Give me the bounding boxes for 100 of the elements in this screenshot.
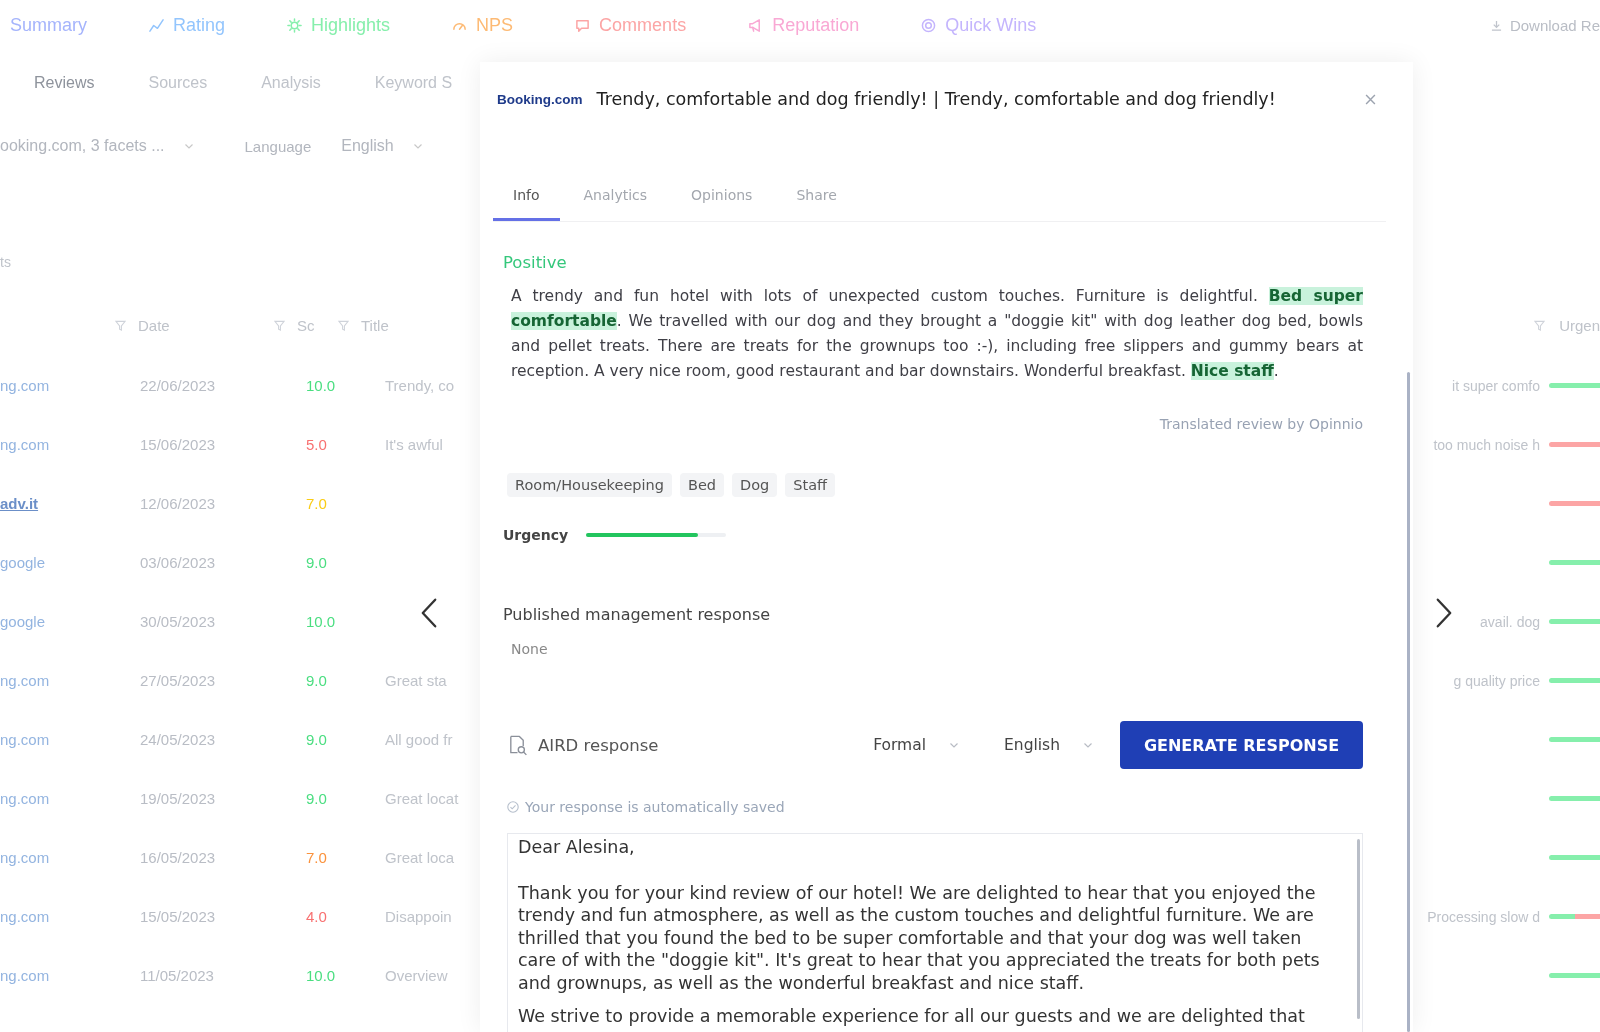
language-dropdown[interactable]: English [341, 137, 422, 155]
language-dropdown[interactable]: English [1004, 736, 1092, 754]
table-cell-text: 22/06/2023 [140, 377, 217, 394]
source-link[interactable]: ng.com [0, 908, 140, 925]
scrollbar-thumb[interactable] [1357, 839, 1360, 1019]
ai-response-label: AIRD response [538, 735, 659, 755]
table-cell: Trendy, co [385, 377, 455, 394]
source-link[interactable]: ng.com [0, 967, 140, 984]
dialog-tab[interactable]: Share [776, 171, 857, 221]
sentiment-label: Positive [503, 254, 568, 272]
nav-tab[interactable]: Summary [10, 14, 87, 36]
nav-tab[interactable]: Comments [575, 14, 687, 36]
score-cell-text: 5.0 [306, 436, 328, 453]
table-cell-text: 15/05/2023 [140, 908, 217, 925]
topic-tag: Bed [679, 473, 725, 497]
filter-icon[interactable] [338, 319, 349, 331]
table-cell: g quality price [1453, 672, 1540, 689]
table-cell-text: 27/05/2023 [140, 672, 217, 689]
section-tab[interactable]: Keyword S [374, 74, 453, 92]
table-cell: avail. dog [1480, 613, 1540, 630]
chevron-right-icon[interactable] [1436, 597, 1452, 629]
partial-label: ts [0, 253, 11, 271]
table-cell: Great locat [385, 790, 459, 807]
published-response-value: None [511, 640, 549, 658]
score-cell-text: 9.0 [306, 790, 328, 807]
score-cell-text: 7.0 [306, 495, 328, 512]
table-cell: Overview [385, 967, 448, 984]
nav-tab[interactable]: Reputation [748, 14, 860, 36]
caret-icon [413, 143, 422, 149]
filter-icon[interactable] [1534, 319, 1546, 331]
chevron-left-icon[interactable] [421, 597, 437, 629]
scrollbar-thumb[interactable] [1407, 372, 1410, 1032]
source-link[interactable]: ng.com [0, 731, 140, 748]
section-tab[interactable]: Reviews [34, 74, 95, 92]
review-title: Trendy, comfortable and dog friendly! | Trendy, comfortable and dog friendly! [596, 89, 1276, 109]
source-link[interactable]: ng.com [0, 849, 140, 866]
target-icon [921, 17, 937, 33]
source-link[interactable]: google [0, 554, 140, 571]
filter-icon[interactable] [115, 319, 126, 331]
source-link[interactable]: ng.com [0, 436, 140, 453]
download-icon [1490, 19, 1502, 31]
table-cell-text: 16/05/2023 [140, 849, 217, 866]
autosave-note: Your response is automatically saved [525, 799, 785, 815]
tone-dropdown[interactable]: Formal [873, 736, 959, 754]
nav-tab[interactable]: NPS [452, 14, 514, 36]
topic-tag: Staff [785, 473, 836, 497]
download-button[interactable]: Download Re [1490, 16, 1600, 34]
column-header[interactable]: Urgen [1559, 316, 1600, 334]
source-link[interactable]: ng.com [0, 790, 140, 807]
published-response-label: Published management response [503, 606, 772, 624]
urgency-label: Urgency [503, 527, 569, 543]
section-tab[interactable]: Analysis [261, 74, 321, 92]
table-cell-text: 03/06/2023 [140, 554, 217, 571]
generate-response-button[interactable]: GENERATE RESPONSE [1120, 721, 1363, 769]
translation-note: Translated review by Opinnio [1158, 415, 1363, 433]
close-icon[interactable] [1365, 93, 1376, 105]
caret-icon [184, 143, 193, 149]
score-cell-text: 10.0 [306, 967, 337, 984]
source-link[interactable]: google [0, 613, 140, 630]
table-cell: Disappoin [385, 908, 452, 925]
score-cell-text: 4.0 [306, 908, 328, 925]
table-cell: Great sta [385, 672, 447, 689]
sun-icon [287, 17, 303, 33]
topic-tag: Dog [732, 473, 778, 497]
score-cell-text: 9.0 [306, 554, 328, 571]
filter-icon[interactable] [274, 319, 285, 331]
table-cell-text: 19/05/2023 [140, 790, 217, 807]
source-link[interactable]: adv.it [0, 495, 140, 512]
nav-tab[interactable]: Highlights [287, 14, 391, 36]
column-header[interactable]: Date [138, 316, 274, 334]
dialog-tab[interactable]: Analytics [563, 171, 668, 221]
dialog-tab[interactable]: Info [493, 171, 560, 221]
column-header[interactable]: Sc [297, 316, 338, 334]
chat-bubble-icon [575, 17, 591, 33]
table-cell: Great loca [385, 849, 455, 866]
table-cell: All good fr [385, 731, 453, 748]
document-search-icon [507, 734, 528, 756]
table-cell-text: 15/06/2023 [140, 436, 217, 453]
column-header[interactable]: Title [361, 316, 441, 334]
table-cell: Processing slow d [1427, 908, 1540, 925]
source-link[interactable]: ng.com [0, 672, 140, 689]
table-cell-text: 12/06/2023 [140, 495, 217, 512]
table-cell: too much noise h [1433, 436, 1540, 453]
table-cell-text: 24/05/2023 [140, 731, 217, 748]
sources-dropdown[interactable]: ooking.com, 3 facets ... [0, 137, 193, 155]
section-tab[interactable]: Sources [148, 74, 208, 92]
nav-tab[interactable]: Quick Wins [921, 14, 1037, 36]
score-cell-text: 10.0 [306, 377, 337, 394]
caret-icon [1084, 742, 1092, 748]
check-circle-icon [507, 801, 519, 813]
table-cell: it super comfo [1452, 377, 1540, 394]
source-link[interactable]: ng.com [0, 377, 140, 394]
table-cell-text: 30/05/2023 [140, 613, 217, 630]
review-text: A trendy and fun hotel with lots of unexpected custom touches. Furniture is delightful. Bed super comfortable. We travelled with our dog and they brought a "doggie kit" with dog leather dog bed, bowls and pellet treats. There are treats for the grownups too :-), including free slippers and gummy bears at reception. A very nice room, good restaurant and bar downstairs. Wonderful breakfast. Nice staff. [511, 286, 1363, 382]
table-cell-text: 11/05/2023 [140, 967, 215, 984]
table-cell: It's awful [385, 436, 443, 453]
topic-tag: Room/Housekeeping [507, 473, 672, 497]
nav-tab[interactable]: Rating [149, 14, 226, 36]
dialog-tab[interactable]: Opinions [671, 171, 773, 221]
language-label: Language [244, 137, 312, 155]
